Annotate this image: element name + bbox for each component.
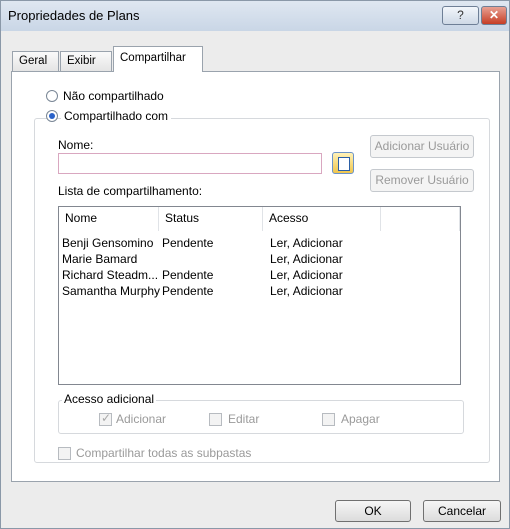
- share-panel: Não compartilhado Compartilhado com Nome…: [11, 71, 500, 482]
- cancel-button[interactable]: Cancelar: [423, 500, 501, 522]
- table-row[interactable]: Benji Gensomino Pendente Ler, Adicionar: [59, 236, 459, 251]
- cell-status: Pendente: [162, 284, 214, 298]
- cell-access: Ler, Adicionar: [270, 284, 343, 298]
- shared-with-label[interactable]: Compartilhado com: [61, 109, 172, 123]
- column-header-status[interactable]: Status: [159, 207, 263, 231]
- tab-geral[interactable]: Geral: [12, 51, 59, 71]
- tab-exibir[interactable]: Exibir: [60, 51, 112, 71]
- table-row[interactable]: Richard Steadm... Pendente Ler, Adiciona…: [59, 268, 459, 283]
- not-shared-label[interactable]: Não compartilhado: [63, 89, 164, 103]
- not-shared-radio[interactable]: [46, 90, 58, 102]
- edit-checkbox[interactable]: [209, 413, 222, 426]
- share-subfolders-checkbox[interactable]: [58, 447, 71, 460]
- column-header-access[interactable]: Acesso: [263, 207, 381, 231]
- remove-user-button[interactable]: Remover Usuário: [370, 169, 474, 192]
- delete-checkbox-label[interactable]: Apagar: [341, 412, 380, 426]
- column-header-name[interactable]: Nome: [59, 207, 159, 231]
- delete-checkbox[interactable]: [322, 413, 335, 426]
- title-bar[interactable]: Propriedades de Plans ? ✕: [1, 1, 509, 31]
- add-user-button[interactable]: Adicionar Usuário: [370, 135, 474, 158]
- add-checkbox[interactable]: [99, 411, 112, 426]
- cell-name: Benji Gensomino: [62, 236, 154, 250]
- cell-access: Ler, Adicionar: [270, 268, 343, 282]
- window-title: Propriedades de Plans: [8, 8, 140, 23]
- cell-access: Ler, Adicionar: [270, 236, 343, 250]
- edit-checkbox-label[interactable]: Editar: [228, 412, 259, 426]
- extra-access-legend: Acesso adicional: [62, 392, 157, 406]
- cell-name: Richard Steadm...: [62, 268, 159, 282]
- column-header-filler[interactable]: [381, 207, 460, 231]
- cell-status: Pendente: [162, 236, 214, 250]
- tab-compartilhar[interactable]: Compartilhar: [113, 46, 203, 72]
- share-list[interactable]: Nome Status Acesso Benji Gensomino Pende…: [58, 206, 461, 385]
- close-button[interactable]: ✕: [481, 6, 507, 25]
- table-row[interactable]: Marie Bamard Ler, Adicionar: [59, 252, 459, 267]
- add-checkbox-label[interactable]: Adicionar: [116, 412, 166, 426]
- name-label: Nome:: [58, 138, 94, 152]
- cell-name: Marie Bamard: [62, 252, 138, 266]
- ok-button[interactable]: OK: [335, 500, 411, 522]
- cell-name: Samantha Murphy: [62, 284, 161, 298]
- cell-access: Ler, Adicionar: [270, 252, 343, 266]
- help-button[interactable]: ?: [442, 6, 479, 25]
- table-row[interactable]: Samantha Murphy Pendente Ler, Adicionar: [59, 284, 459, 299]
- name-input[interactable]: [58, 153, 322, 174]
- share-list-label: Lista de compartilhamento:: [58, 184, 203, 198]
- share-subfolders-label[interactable]: Compartilhar todas as subpastas: [76, 446, 251, 460]
- properties-dialog: Propriedades de Plans ? ✕ Geral Exibir C…: [0, 0, 510, 529]
- address-book-icon[interactable]: [332, 152, 354, 174]
- cell-status: Pendente: [162, 268, 214, 282]
- shared-with-radio[interactable]: [46, 110, 58, 122]
